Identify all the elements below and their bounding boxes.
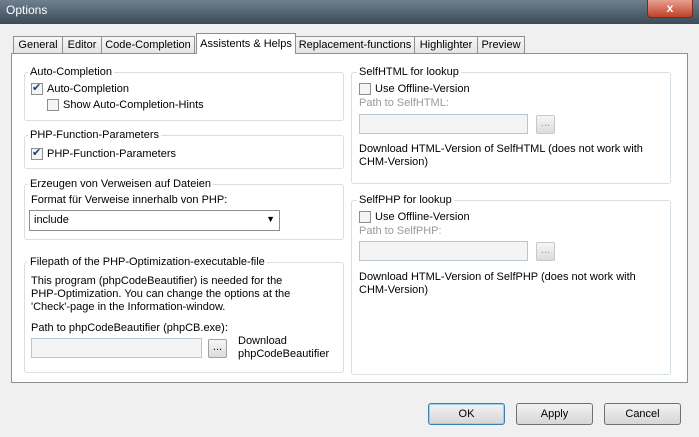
ellipsis-icon: ... — [540, 117, 551, 129]
format-label: Format für Verweise innerhalb von PHP: — [31, 194, 228, 206]
show-hints-label: Show Auto-Completion-Hints — [63, 99, 204, 111]
auto-completion-label: Auto-Completion — [47, 83, 129, 95]
auto-completion-group — [24, 72, 344, 121]
tab-preview[interactable]: Preview — [477, 36, 525, 53]
selfhtml-group-title: SelfHTML for lookup — [357, 66, 461, 79]
tab-label: Highlighter — [419, 39, 473, 51]
ok-button-label: OK — [458, 408, 475, 420]
selfhtml-download-line2[interactable]: CHM-Version) — [359, 156, 428, 169]
tab-code-completion[interactable]: Code-Completion — [101, 36, 195, 53]
cancel-button-label: Cancel — [625, 408, 660, 420]
download-phpcb-line1[interactable]: Download — [238, 335, 287, 348]
close-icon: x — [666, 1, 674, 15]
close-button[interactable]: x — [647, 0, 693, 18]
php-params-group-title: PHP-Function-Parameters — [28, 129, 161, 142]
tab-label: General — [18, 39, 58, 51]
chevron-down-icon: ▼ — [266, 214, 275, 224]
optimizer-desc-line3: 'Check'-page in the Information-window. — [31, 301, 226, 313]
selfphp-path-input[interactable] — [359, 241, 528, 261]
tab-label: Editor — [67, 39, 97, 51]
tab-assistents-helps[interactable]: Assistents & Helps — [196, 33, 296, 54]
selfhtml-browse-button[interactable]: ... — [536, 115, 555, 134]
optimizer-browse-button[interactable]: ... — [208, 339, 227, 358]
auto-completion-checkbox[interactable] — [31, 81, 43, 95]
tab-editor[interactable]: Editor — [62, 36, 102, 53]
ellipsis-icon: ... — [212, 341, 223, 353]
tab-general[interactable]: General — [13, 36, 63, 53]
ok-button[interactable]: OK — [428, 403, 505, 425]
apply-button-label: Apply — [540, 408, 569, 420]
selfphp-group-title: SelfPHP for lookup — [357, 194, 454, 207]
optimizer-group-title: Filepath of the PHP-Optimization-executa… — [28, 256, 267, 269]
optimizer-path-label: Path to phpCodeBeautifier (phpCB.exe): — [31, 322, 228, 334]
tab-label: Replacement-functions — [298, 39, 412, 51]
tab-replacement-functions[interactable]: Replacement-functions — [295, 36, 415, 53]
download-phpcb-line2[interactable]: phpCodeBeautifier — [238, 348, 329, 361]
format-select-value: include — [34, 214, 69, 226]
tab-label: Code-Completion — [105, 39, 191, 51]
window-title: Options — [6, 3, 48, 17]
selfhtml-path-input[interactable] — [359, 114, 528, 134]
tab-highlighter[interactable]: Highlighter — [414, 36, 478, 53]
selfhtml-offline-label: Use Offline-Version — [375, 83, 470, 95]
selfhtml-download-line1[interactable]: Download HTML-Version of SelfHTML (does … — [359, 143, 643, 156]
selfphp-download-line1[interactable]: Download HTML-Version of SelfPHP (does n… — [359, 271, 636, 284]
apply-button[interactable]: Apply — [516, 403, 593, 425]
references-group-title: Erzeugen von Verweisen auf Dateien — [28, 178, 214, 191]
format-select[interactable]: include ▼ — [29, 210, 280, 231]
auto-completion-group-title: Auto-Completion — [28, 66, 114, 79]
cancel-button[interactable]: Cancel — [604, 403, 681, 425]
selfphp-offline-label: Use Offline-Version — [375, 211, 470, 223]
title-bar: Options x — [0, 0, 699, 24]
optimizer-desc-line2: PHP-Optimization. You can change the opt… — [31, 288, 291, 300]
show-hints-checkbox[interactable] — [47, 99, 59, 111]
optimizer-path-input[interactable] — [31, 338, 202, 358]
tab-label: Assistents & Helps — [200, 38, 292, 50]
php-params-label: PHP-Function-Parameters — [47, 148, 176, 160]
selfhtml-offline-checkbox[interactable] — [359, 83, 371, 95]
tab-label: Preview — [481, 39, 521, 51]
selfphp-offline-checkbox[interactable] — [359, 211, 371, 223]
selfhtml-path-label: Path to SelfHTML: — [359, 97, 449, 109]
ellipsis-icon: ... — [540, 244, 551, 256]
php-params-checkbox[interactable] — [31, 146, 43, 160]
selfphp-download-line2[interactable]: CHM-Version) — [359, 284, 428, 297]
selfphp-path-label: Path to SelfPHP: — [359, 225, 442, 237]
optimizer-desc-line1: This program (phpCodeBeautifier) is need… — [31, 275, 283, 287]
selfphp-browse-button[interactable]: ... — [536, 242, 555, 261]
